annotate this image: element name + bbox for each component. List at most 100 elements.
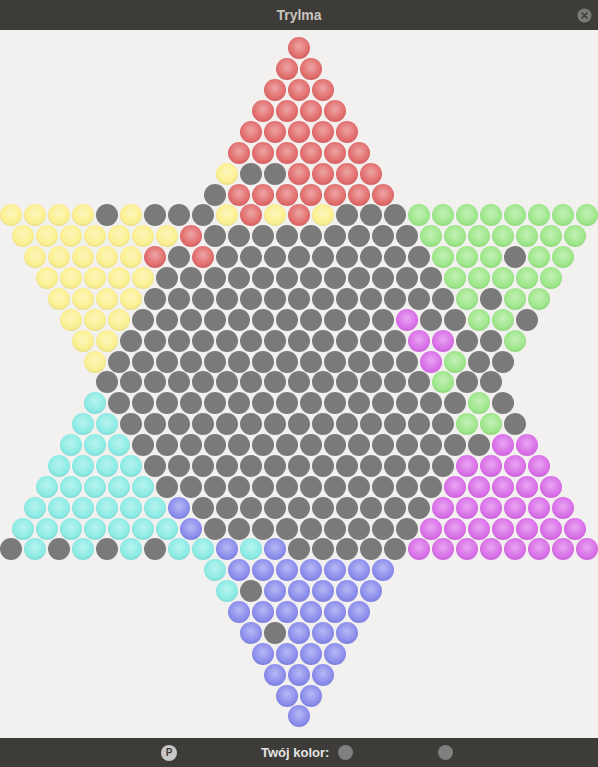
empty-hole[interactable] <box>156 267 178 289</box>
piece[interactable] <box>468 518 490 540</box>
piece[interactable] <box>288 163 310 185</box>
empty-hole[interactable] <box>480 330 502 352</box>
piece[interactable] <box>492 225 514 247</box>
piece[interactable] <box>528 204 550 226</box>
piece[interactable] <box>132 225 154 247</box>
empty-hole[interactable] <box>252 351 274 373</box>
piece[interactable] <box>84 434 106 456</box>
piece[interactable] <box>180 225 202 247</box>
empty-hole[interactable] <box>288 455 310 477</box>
piece[interactable] <box>312 121 334 143</box>
empty-hole[interactable] <box>240 330 262 352</box>
piece[interactable] <box>228 601 250 623</box>
empty-hole[interactable] <box>264 330 286 352</box>
empty-hole[interactable] <box>132 309 154 331</box>
piece[interactable] <box>552 538 574 560</box>
piece[interactable] <box>240 204 262 226</box>
empty-hole[interactable] <box>144 455 166 477</box>
empty-hole[interactable] <box>324 392 346 414</box>
empty-hole[interactable] <box>384 371 406 393</box>
piece[interactable] <box>204 559 226 581</box>
piece[interactable] <box>468 392 490 414</box>
empty-hole[interactable] <box>228 351 250 373</box>
empty-hole[interactable] <box>228 225 250 247</box>
piece[interactable] <box>72 330 94 352</box>
empty-hole[interactable] <box>336 497 358 519</box>
piece[interactable] <box>480 497 502 519</box>
empty-hole[interactable] <box>384 288 406 310</box>
piece[interactable] <box>528 288 550 310</box>
piece[interactable] <box>480 455 502 477</box>
piece[interactable] <box>288 121 310 143</box>
piece[interactable] <box>252 559 274 581</box>
empty-hole[interactable] <box>264 288 286 310</box>
empty-hole[interactable] <box>456 371 478 393</box>
piece[interactable] <box>48 497 70 519</box>
empty-hole[interactable] <box>384 538 406 560</box>
empty-hole[interactable] <box>420 476 442 498</box>
empty-hole[interactable] <box>480 371 502 393</box>
empty-hole[interactable] <box>264 371 286 393</box>
piece[interactable] <box>24 204 46 226</box>
piece[interactable] <box>540 225 562 247</box>
piece[interactable] <box>336 121 358 143</box>
empty-hole[interactable] <box>444 434 466 456</box>
piece[interactable] <box>312 664 334 686</box>
piece[interactable] <box>216 580 238 602</box>
piece[interactable] <box>492 309 514 331</box>
empty-hole[interactable] <box>384 246 406 268</box>
piece[interactable] <box>72 246 94 268</box>
piece[interactable] <box>348 142 370 164</box>
empty-hole[interactable] <box>204 351 226 373</box>
empty-hole[interactable] <box>336 288 358 310</box>
piece[interactable] <box>420 225 442 247</box>
empty-hole[interactable] <box>96 371 118 393</box>
empty-hole[interactable] <box>348 476 370 498</box>
piece[interactable] <box>480 204 502 226</box>
empty-hole[interactable] <box>276 351 298 373</box>
empty-hole[interactable] <box>396 392 418 414</box>
empty-hole[interactable] <box>300 392 322 414</box>
empty-hole[interactable] <box>420 392 442 414</box>
empty-hole[interactable] <box>168 455 190 477</box>
empty-hole[interactable] <box>492 392 514 414</box>
empty-hole[interactable] <box>192 204 214 226</box>
empty-hole[interactable] <box>480 288 502 310</box>
piece[interactable] <box>96 288 118 310</box>
empty-hole[interactable] <box>348 518 370 540</box>
piece[interactable] <box>516 267 538 289</box>
empty-hole[interactable] <box>300 476 322 498</box>
piece[interactable] <box>228 142 250 164</box>
piece[interactable] <box>324 559 346 581</box>
piece[interactable] <box>288 664 310 686</box>
piece[interactable] <box>492 518 514 540</box>
empty-hole[interactable] <box>336 538 358 560</box>
piece[interactable] <box>324 184 346 206</box>
piece[interactable] <box>276 142 298 164</box>
empty-hole[interactable] <box>192 455 214 477</box>
piece[interactable] <box>276 58 298 80</box>
piece[interactable] <box>456 497 478 519</box>
empty-hole[interactable] <box>300 225 322 247</box>
piece[interactable] <box>492 267 514 289</box>
piece[interactable] <box>348 601 370 623</box>
piece[interactable] <box>276 100 298 122</box>
piece[interactable] <box>264 79 286 101</box>
empty-hole[interactable] <box>336 413 358 435</box>
piece[interactable] <box>492 476 514 498</box>
piece[interactable] <box>60 518 82 540</box>
empty-hole[interactable] <box>144 538 166 560</box>
piece[interactable] <box>108 518 130 540</box>
empty-hole[interactable] <box>192 371 214 393</box>
empty-hole[interactable] <box>204 225 226 247</box>
piece[interactable] <box>108 267 130 289</box>
empty-hole[interactable] <box>108 392 130 414</box>
empty-hole[interactable] <box>312 246 334 268</box>
empty-hole[interactable] <box>168 330 190 352</box>
piece[interactable] <box>288 37 310 59</box>
empty-hole[interactable] <box>408 497 430 519</box>
piece[interactable] <box>312 163 334 185</box>
empty-hole[interactable] <box>288 538 310 560</box>
empty-hole[interactable] <box>336 371 358 393</box>
piece[interactable] <box>492 434 514 456</box>
